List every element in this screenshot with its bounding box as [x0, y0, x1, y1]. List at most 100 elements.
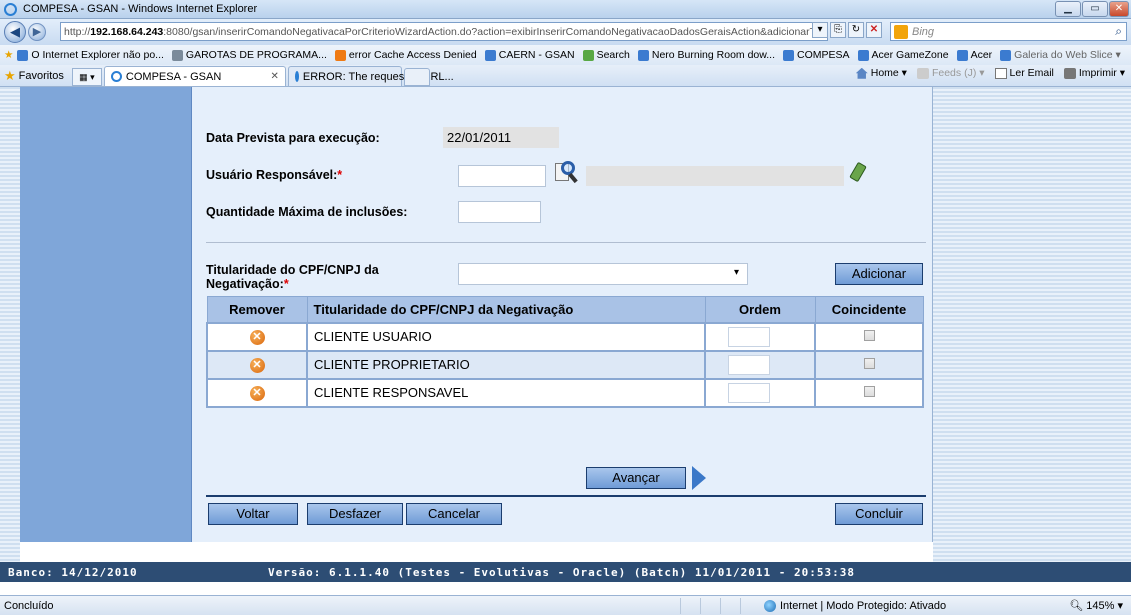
- zone-label: Internet | Modo Protegido: Ativado: [780, 599, 947, 612]
- mail-label: Ler Email: [1009, 67, 1054, 79]
- eraser-icon[interactable]: [849, 161, 867, 183]
- acer-icon: [857, 49, 869, 61]
- star-icon: ★: [4, 68, 16, 83]
- page-content: Data Prevista para execução: 22/01/2011 …: [0, 87, 1131, 595]
- favorite-label: O Internet Explorer não po...: [31, 49, 164, 61]
- titularidade-cell: CLIENTE RESPONSAVEL: [306, 377, 706, 408]
- coincidente-cell: [814, 349, 924, 380]
- home-icon: [855, 67, 868, 79]
- stop-icon[interactable]: ✕: [866, 22, 882, 38]
- titularidade-cell: CLIENTE PROPRIETARIO: [306, 349, 706, 380]
- coincidente-checkbox[interactable]: [863, 330, 875, 341]
- search-icon[interactable]: ⌕: [1115, 24, 1122, 39]
- ie-page-icon: [637, 49, 649, 61]
- ordem-input[interactable]: [728, 382, 770, 403]
- back-button[interactable]: ◀: [4, 21, 26, 43]
- favorite-item[interactable]: Search: [582, 49, 630, 61]
- ie-page-icon: [294, 71, 299, 82]
- close-tab-icon[interactable]: ✕: [271, 71, 279, 82]
- favorite-label: Acer: [970, 49, 993, 61]
- col-ordem: Ordem: [704, 296, 816, 323]
- adicionar-button[interactable]: Adicionar: [835, 263, 923, 285]
- quantidade-input[interactable]: [458, 201, 541, 223]
- coincidente-checkbox[interactable]: [863, 358, 875, 369]
- close-window-button[interactable]: ✕: [1109, 1, 1129, 17]
- ordem-cell: [704, 349, 816, 380]
- remove-icon[interactable]: ✕: [249, 330, 265, 345]
- data-prevista-value: 22/01/2011: [443, 127, 559, 148]
- favorite-item[interactable]: CAERN - GSAN: [484, 49, 575, 61]
- concluir-button[interactable]: Concluir: [835, 503, 923, 525]
- search-placeholder: Bing: [912, 25, 935, 38]
- search-input[interactable]: Bing ⌕: [890, 22, 1127, 41]
- zoom-control[interactable]: 🔍︎ 145% ▾: [1069, 599, 1123, 612]
- titularidade-select[interactable]: ▾: [458, 263, 748, 285]
- desfazer-button[interactable]: Desfazer: [307, 503, 403, 525]
- ordem-input[interactable]: [728, 326, 770, 347]
- usuario-name-field: [586, 166, 844, 186]
- table-row: ✕ CLIENTE USUARIO: [206, 321, 924, 352]
- command-bar: Home ▾ Feeds (J) ▾ Ler Email Imprimir ▾: [855, 67, 1125, 79]
- search-user-icon[interactable]: [551, 161, 578, 187]
- favorite-item[interactable]: O Internet Explorer não po...: [17, 49, 164, 61]
- table-header-row: Remover Titularidade do CPF/CNPJ da Nega…: [206, 296, 924, 323]
- window-title: COMPESA - GSAN - Windows Internet Explor…: [23, 3, 258, 15]
- usuario-input[interactable]: [458, 165, 546, 187]
- status-bar: Concluído Internet | Modo Protegido: Ati…: [0, 595, 1131, 615]
- new-tab-button[interactable]: [403, 68, 430, 86]
- quantidade-label: Quantidade Máxima de inclusões:: [206, 205, 408, 219]
- usuario-label-text: Usuário Responsável:: [206, 168, 338, 182]
- security-zone[interactable]: Internet | Modo Protegido: Ativado: [764, 599, 947, 612]
- print-button[interactable]: Imprimir ▾: [1063, 67, 1125, 79]
- coincidente-cell: [814, 377, 924, 408]
- coincidente-checkbox[interactable]: [863, 386, 875, 397]
- add-favorite-icon[interactable]: ★: [4, 49, 13, 61]
- ie-page-icon: [17, 49, 29, 61]
- cancelar-button[interactable]: Cancelar: [406, 503, 502, 525]
- bing-icon: [894, 24, 908, 39]
- feeds-label: Feeds (J): [931, 67, 977, 79]
- minimize-button[interactable]: ▁: [1055, 1, 1081, 17]
- titularidade-table: Remover Titularidade do CPF/CNPJ da Nega…: [206, 296, 924, 408]
- coincidente-cell: [814, 321, 924, 352]
- maximize-button[interactable]: ▭: [1082, 1, 1108, 17]
- favorite-item[interactable]: Galeria do Web Slice ▾: [1000, 49, 1121, 61]
- next-arrow-icon[interactable]: [692, 466, 706, 490]
- remove-icon[interactable]: ✕: [249, 358, 265, 373]
- favorite-label: Acer GameZone: [871, 49, 949, 61]
- quick-tabs-button[interactable]: ▦ ▾: [71, 68, 102, 86]
- favorite-item[interactable]: Nero Burning Room dow...: [637, 49, 775, 61]
- dropdown-icon[interactable]: ▾: [812, 22, 828, 38]
- banco-date: Banco: 14/12/2010: [8, 565, 138, 579]
- remove-cell: ✕: [206, 321, 308, 352]
- remove-icon[interactable]: ✕: [249, 386, 265, 401]
- favorite-item[interactable]: COMPESA: [783, 49, 850, 61]
- forward-button[interactable]: ▶: [28, 23, 46, 41]
- left-background: [0, 87, 20, 562]
- home-button[interactable]: Home ▾: [855, 67, 907, 79]
- col-titularidade: Titularidade do CPF/CNPJ da Negativação: [306, 296, 706, 323]
- required-marker: *: [337, 168, 343, 182]
- window-controls: ▁ ▭ ✕: [1055, 1, 1129, 17]
- address-input[interactable]: http://192.168.64.243:8080/gsan/inserirC…: [60, 22, 828, 41]
- favorite-label: error Cache Access Denied: [348, 49, 477, 61]
- url-path: :8080/gsan/inserirComandoNegativacaPorCr…: [163, 25, 821, 38]
- bottom-separator: [206, 495, 926, 497]
- favorite-item[interactable]: Acer: [956, 49, 993, 61]
- feeds-button[interactable]: Feeds (J) ▾: [916, 67, 985, 79]
- ie-logo-icon: [4, 2, 17, 16]
- favorite-item[interactable]: GAROTAS DE PROGRAMA...: [171, 49, 327, 61]
- tab-compesa[interactable]: COMPESA - GSAN ✕: [103, 66, 286, 86]
- avancar-button[interactable]: Avançar: [586, 467, 686, 489]
- favorite-item[interactable]: Acer GameZone: [857, 49, 949, 61]
- tab-error[interactable]: ERROR: The requested URL...: [287, 66, 454, 86]
- compat-view-icon[interactable]: ⎘: [830, 22, 846, 38]
- favorite-item[interactable]: error Cache Access Denied: [334, 49, 477, 61]
- refresh-icon[interactable]: ↻: [848, 22, 864, 38]
- voltar-button[interactable]: Voltar: [208, 503, 298, 525]
- favorite-label: Galeria do Web Slice ▾: [1014, 49, 1121, 61]
- status-panels: [680, 597, 760, 614]
- favorites-button[interactable]: ★ Favoritos: [4, 66, 64, 86]
- read-mail-button[interactable]: Ler Email: [994, 67, 1054, 79]
- ordem-input[interactable]: [728, 354, 770, 375]
